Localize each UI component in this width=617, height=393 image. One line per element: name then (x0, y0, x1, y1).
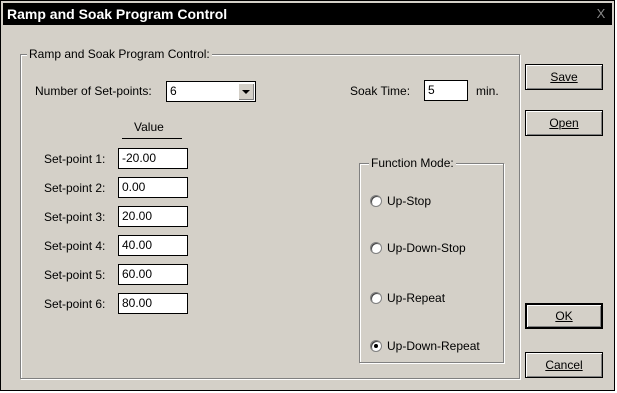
window-title: Ramp and Soak Program Control (7, 6, 228, 22)
radio-label-up-down-repeat[interactable]: Up-Down-Repeat (387, 339, 480, 353)
chevron-down-icon[interactable] (238, 83, 254, 100)
radio-up-down-repeat[interactable] (370, 340, 382, 352)
setpoint-label-3: Set-point 3: (44, 210, 106, 224)
ok-button[interactable]: OK (525, 303, 603, 329)
setpoint-label-4: Set-point 4: (44, 239, 106, 253)
open-button-label: Open (549, 116, 579, 130)
cancel-button[interactable]: Cancel (525, 352, 603, 378)
setpoint-label-5: Set-point 5: (44, 268, 106, 282)
value-column-header: Value (134, 120, 164, 134)
setpoint-input-3[interactable]: 20.00 (118, 206, 188, 227)
setpoints-count-label: Number of Set-points: (35, 84, 152, 98)
radio-selected-dot (374, 344, 378, 348)
setpoint-label-2: Set-point 2: (44, 181, 106, 195)
cancel-button-label: Cancel (545, 358, 583, 372)
radio-up-repeat[interactable] (370, 292, 382, 304)
soak-time-input[interactable]: 5 (424, 80, 468, 101)
value-header-underline (122, 138, 182, 139)
open-button[interactable]: Open (525, 110, 603, 136)
radio-label-up-stop[interactable]: Up-Stop (387, 194, 431, 208)
radio-label-up-repeat[interactable]: Up-Repeat (387, 291, 445, 305)
setpoint-input-1[interactable]: -20.00 (118, 148, 188, 169)
setpoint-input-2[interactable]: 0.00 (118, 177, 188, 198)
radio-up-down-stop[interactable] (370, 242, 382, 254)
ok-button-label: OK (555, 309, 573, 323)
setpoint-input-4[interactable]: 40.00 (118, 235, 188, 256)
setpoint-label-1: Set-point 1: (44, 152, 106, 166)
function-mode-group: Function Mode: (359, 156, 504, 363)
radio-label-up-down-stop[interactable]: Up-Down-Stop (387, 241, 466, 255)
setpoints-count-value: 6 (170, 84, 177, 98)
setpoint-input-6[interactable]: 80.00 (118, 293, 188, 314)
setpoints-count-select[interactable]: 6 (166, 81, 256, 102)
setpoint-label-6: Set-point 6: (44, 297, 106, 311)
function-mode-legend: Function Mode: (369, 156, 456, 170)
close-icon[interactable]: X (594, 6, 608, 21)
group-legend: Ramp and Soak Program Control: (27, 47, 212, 61)
radio-up-stop[interactable] (370, 195, 382, 207)
ramp-soak-dialog: Ramp and Soak Program Control X Ramp and… (0, 0, 615, 391)
soak-time-label: Soak Time: (350, 84, 411, 98)
save-button[interactable]: Save (525, 64, 603, 90)
save-button-label: Save (550, 70, 578, 84)
setpoint-input-5[interactable]: 60.00 (118, 264, 188, 285)
soak-time-unit: min. (476, 84, 499, 98)
title-bar: Ramp and Soak Program Control X (3, 3, 612, 25)
